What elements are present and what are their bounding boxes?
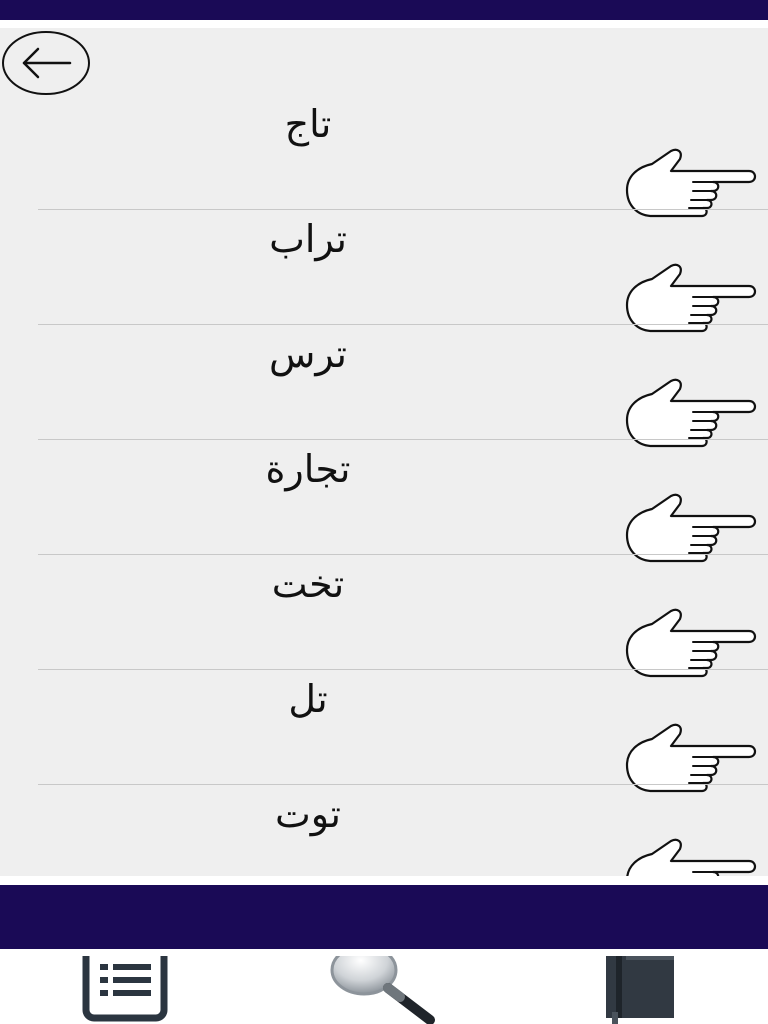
pointing-hand-icon <box>623 835 759 876</box>
list-item[interactable]: تراب <box>0 210 768 333</box>
word-label: تاج <box>284 102 332 146</box>
tab-list[interactable] <box>80 956 172 1024</box>
word-label: تل <box>288 677 328 721</box>
word-label: توت <box>275 792 341 836</box>
footer-bar <box>0 885 768 949</box>
top-gap <box>0 20 768 28</box>
status-bar <box>0 0 768 20</box>
book-icon <box>606 956 674 1024</box>
word-list: تاج تراب ترس تجارة تخت تل توت <box>0 95 768 876</box>
magnifier-icon <box>330 956 435 1024</box>
word-label: تجارة <box>265 447 351 491</box>
list-item[interactable]: تخت <box>0 555 768 678</box>
arrow-left-icon <box>2 31 90 95</box>
word-label: تراب <box>269 217 347 261</box>
word-list-panel: تاج تراب ترس تجارة تخت تل توت <box>0 28 768 876</box>
tab-search[interactable] <box>326 956 438 1024</box>
list-icon <box>82 956 168 1022</box>
list-item[interactable]: تجارة <box>0 440 768 563</box>
list-item[interactable]: ترس <box>0 325 768 448</box>
word-label: تخت <box>271 562 345 606</box>
list-item[interactable]: تاج <box>0 95 768 218</box>
list-item[interactable]: توت <box>0 785 768 876</box>
tab-bar <box>0 956 768 1024</box>
tab-book[interactable] <box>598 956 682 1024</box>
list-item[interactable]: تل <box>0 670 768 793</box>
back-button[interactable] <box>2 31 90 95</box>
word-label: ترس <box>269 332 347 376</box>
